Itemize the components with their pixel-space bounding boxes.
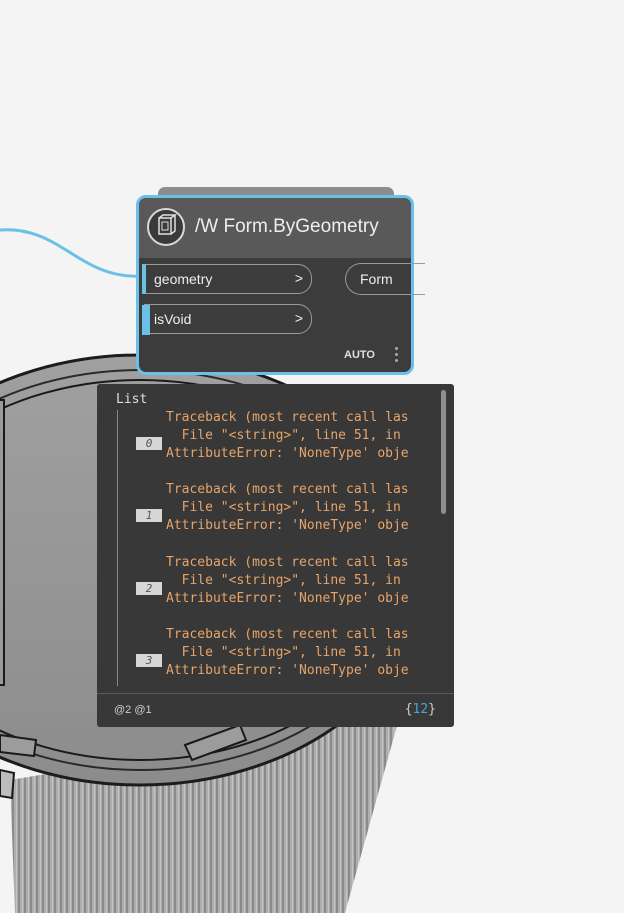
item-count: {12} bbox=[405, 702, 436, 717]
error-line: AttributeError: 'NoneType' obje bbox=[166, 518, 409, 533]
node-title: /W Form.ByGeometry bbox=[195, 216, 379, 238]
error-line: Traceback (most recent call las bbox=[166, 482, 409, 497]
port-default-marker bbox=[142, 305, 150, 335]
count-value: 12 bbox=[412, 702, 429, 717]
input-port-isvoid[interactable]: isVoid > bbox=[142, 304, 312, 335]
port-connected-marker bbox=[142, 264, 146, 294]
form-bygeometry-node[interactable]: /W Form.ByGeometry geometry > isVoid > F… bbox=[136, 187, 425, 375]
list-item: 1 Traceback (most recent call las File "… bbox=[97, 482, 437, 542]
list-index: 0 bbox=[136, 437, 162, 450]
error-line: File "<string>", line 51, in bbox=[166, 500, 401, 515]
error-line: AttributeError: 'NoneType' obje bbox=[166, 663, 409, 678]
count-brace-open: { bbox=[404, 702, 413, 717]
error-line: Traceback (most recent call las bbox=[166, 410, 409, 425]
form-geometry-icon bbox=[147, 208, 185, 246]
output-port-label: Form bbox=[360, 271, 393, 287]
input-port-label: geometry bbox=[154, 271, 213, 287]
error-line: AttributeError: 'NoneType' obje bbox=[166, 446, 409, 461]
list-item: 3 Traceback (most recent call las File "… bbox=[97, 627, 437, 687]
preview-footer-divider bbox=[97, 693, 454, 694]
list-index: 2 bbox=[136, 582, 162, 595]
output-port-form[interactable]: Form bbox=[345, 263, 425, 295]
node-preview-panel[interactable]: List 0 Traceback (most recent call las F… bbox=[97, 384, 454, 727]
list-index: 3 bbox=[136, 654, 162, 667]
count-brace-close: } bbox=[428, 702, 436, 717]
node-title-text: Form.ByGeometry bbox=[223, 216, 379, 237]
error-line: File "<string>", line 51, in bbox=[166, 428, 401, 443]
error-line: Traceback (most recent call las bbox=[166, 555, 409, 570]
list-levels: @2 @1 bbox=[114, 704, 152, 716]
node-body[interactable]: /W Form.ByGeometry geometry > isVoid > F… bbox=[136, 195, 425, 375]
node-prefix: /W bbox=[195, 216, 219, 237]
lacing-label[interactable]: AUTO bbox=[344, 349, 375, 361]
error-line: Traceback (most recent call las bbox=[166, 627, 409, 642]
error-line: File "<string>", line 51, in bbox=[166, 645, 401, 660]
connector-wire bbox=[0, 228, 143, 278]
more-options-icon[interactable] bbox=[391, 345, 401, 367]
input-port-geometry[interactable]: geometry > bbox=[142, 264, 312, 294]
chevron-right-icon: > bbox=[294, 310, 303, 326]
preview-list-header: List bbox=[116, 392, 148, 407]
error-line: AttributeError: 'NoneType' obje bbox=[166, 591, 409, 606]
list-item: 0 Traceback (most recent call las File "… bbox=[97, 410, 437, 470]
node-header[interactable]: /W Form.ByGeometry bbox=[139, 198, 411, 258]
list-index: 1 bbox=[136, 509, 162, 522]
preview-scrollbar[interactable] bbox=[441, 390, 446, 514]
input-port-label: isVoid bbox=[154, 311, 192, 327]
error-line: File "<string>", line 51, in bbox=[166, 573, 401, 588]
list-item: 2 Traceback (most recent call las File "… bbox=[97, 555, 437, 615]
chevron-right-icon: > bbox=[294, 270, 303, 286]
